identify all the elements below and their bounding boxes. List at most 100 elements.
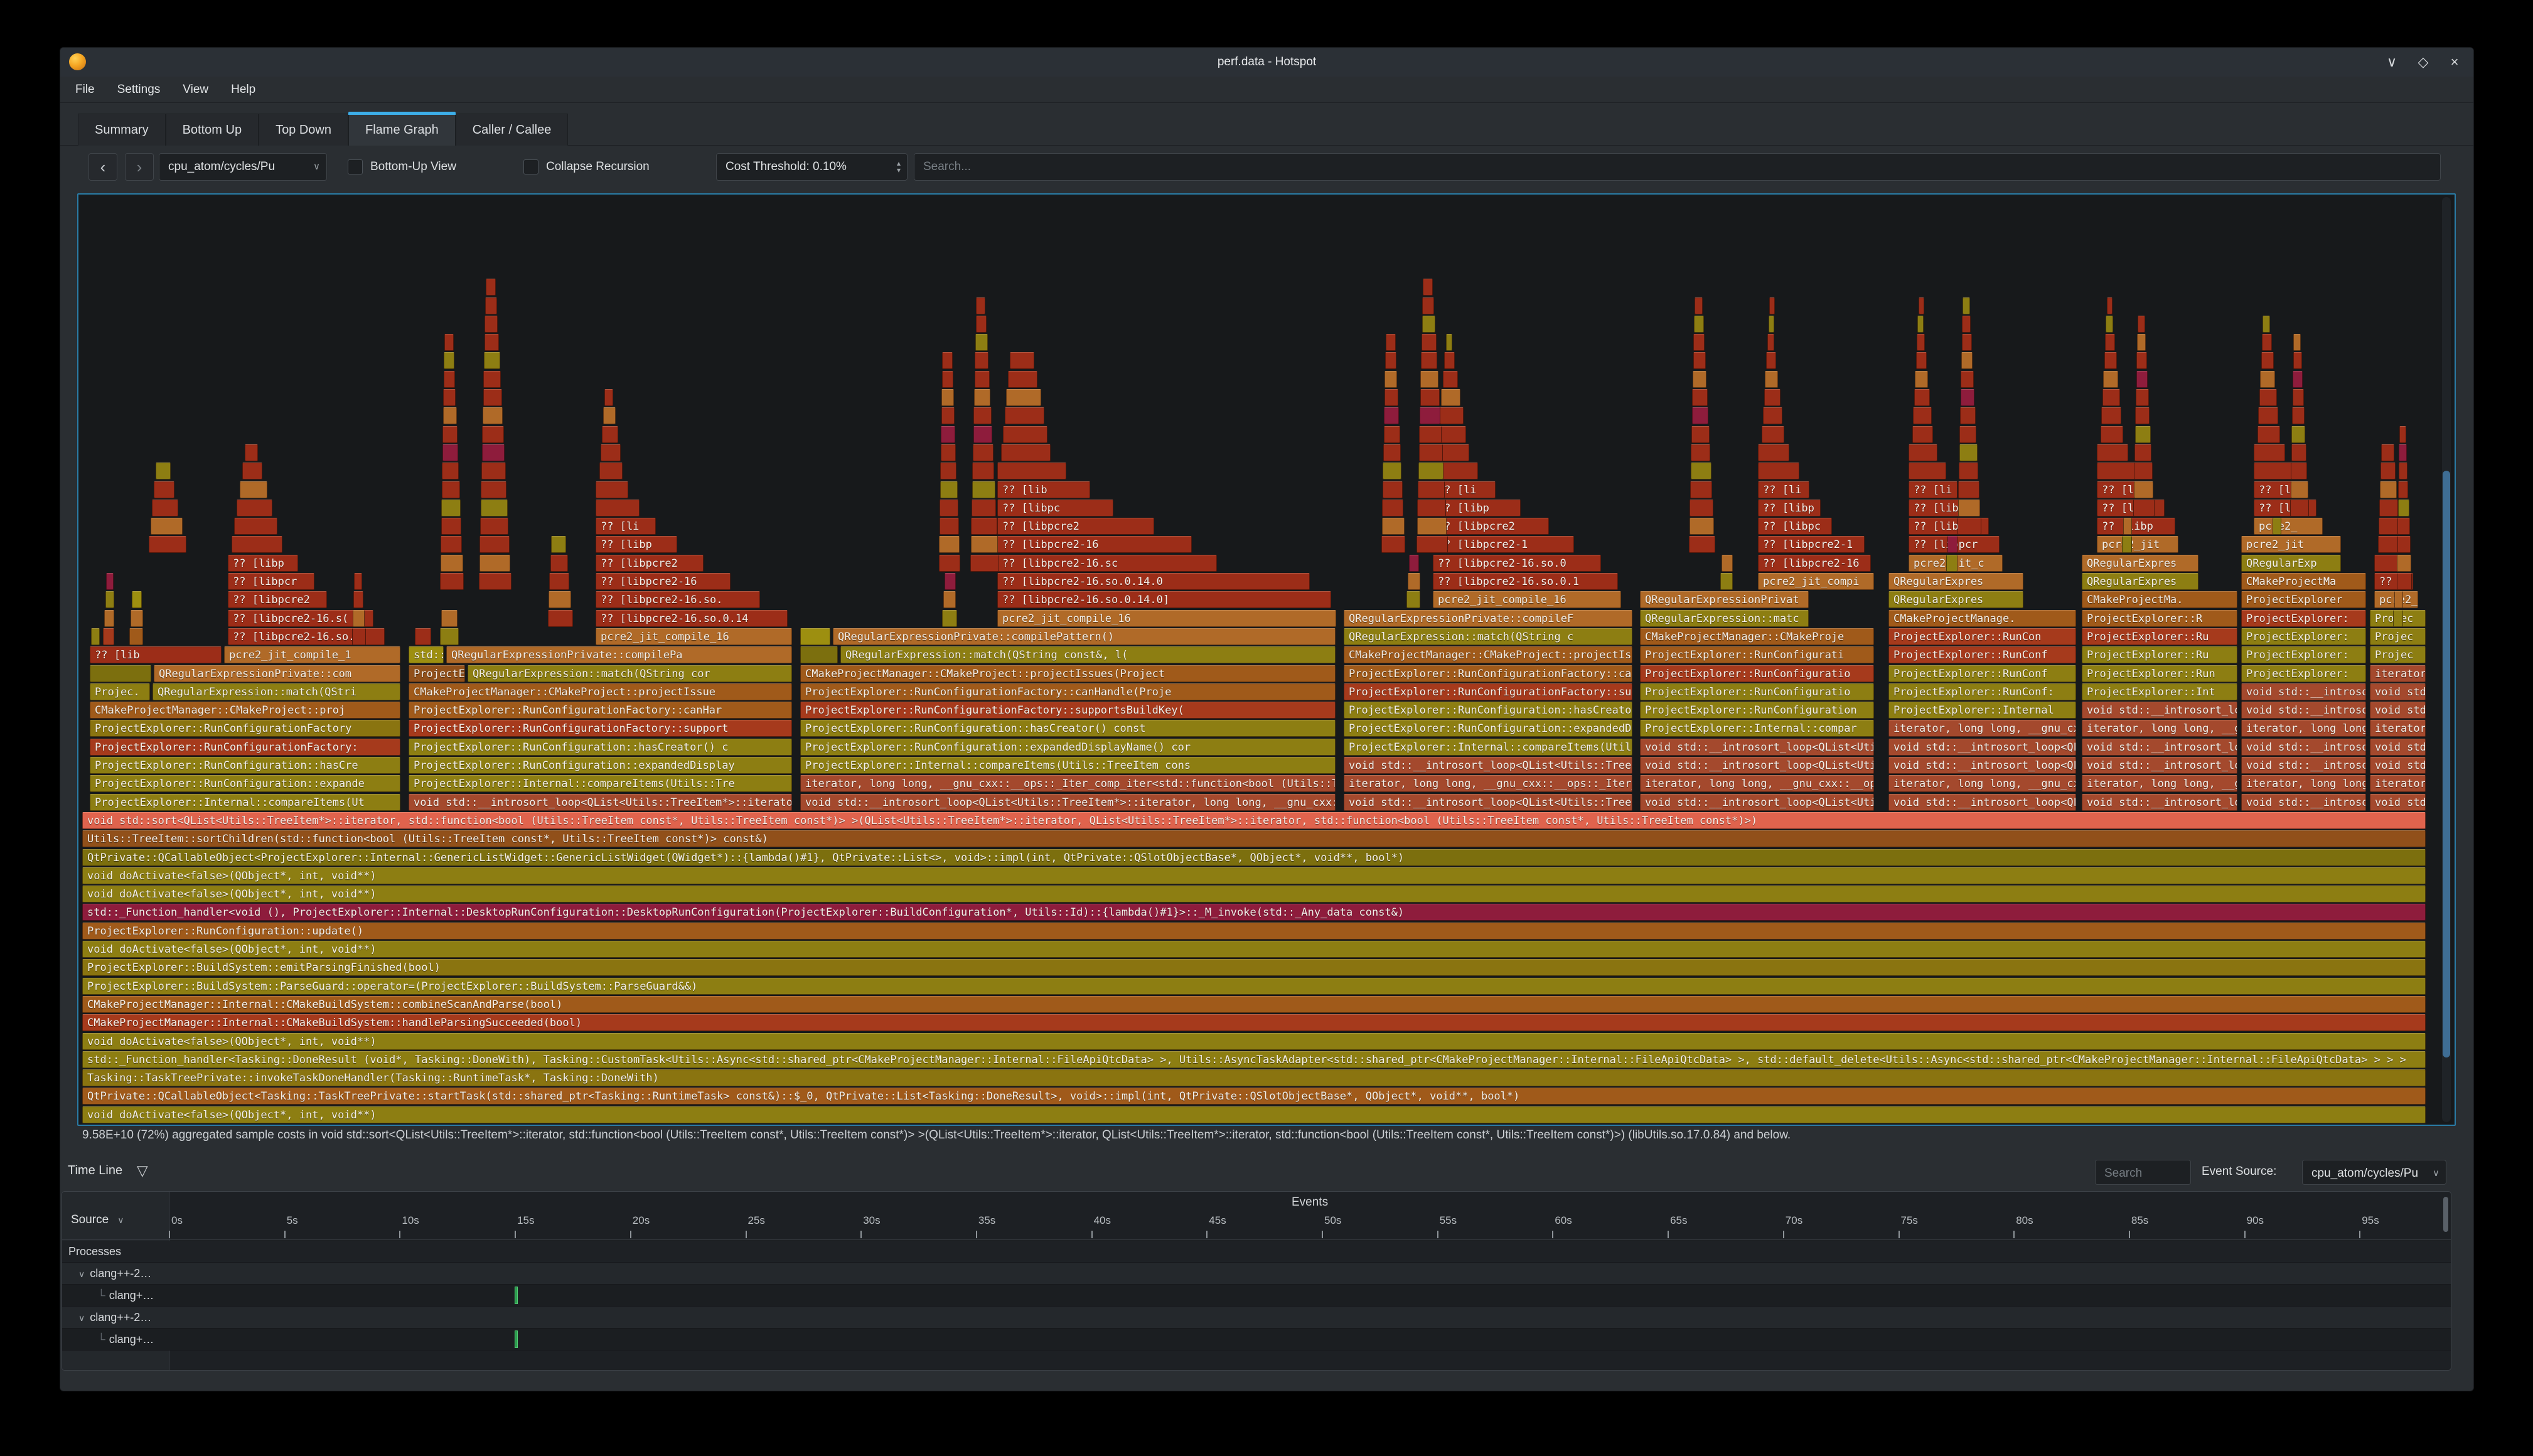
flame-frame[interactable] — [1912, 426, 1933, 443]
flame-frame[interactable] — [2104, 352, 2117, 369]
flame-frame[interactable]: Projec — [2370, 628, 2426, 645]
flame-frame[interactable]: iterator, long long, __gnu_cxx::__ops::_… — [2370, 775, 2426, 792]
flame-frame[interactable] — [481, 481, 506, 498]
flame-frame[interactable] — [2260, 371, 2275, 388]
flame-frame[interactable]: ProjectExplorer::RunConfiguration::updat… — [82, 923, 2426, 939]
flame-frame[interactable] — [1381, 536, 1405, 553]
flame-frame[interactable]: ?? [libpcre2-16.so.0 — [1433, 555, 1601, 572]
flame-frame[interactable] — [1443, 371, 1458, 388]
flame-frame[interactable] — [151, 518, 183, 535]
flame-frame[interactable] — [2399, 426, 2406, 443]
flame-frame[interactable]: ?? [lib — [997, 481, 1090, 498]
event-source-combobox[interactable]: cpu_atom/cycles/Pu ∨ — [2302, 1160, 2446, 1185]
flame-frame[interactable] — [482, 444, 505, 461]
flame-frame[interactable] — [1384, 426, 1400, 443]
flame-frame[interactable] — [943, 591, 956, 608]
flame-frame[interactable] — [2261, 352, 2274, 369]
flame-frame[interactable] — [1409, 555, 1419, 572]
flame-frame[interactable] — [1691, 444, 1710, 461]
flame-frame[interactable] — [970, 555, 999, 572]
flame-frame[interactable] — [485, 316, 498, 333]
flame-frame[interactable]: pcre2_jit_compile_16 — [1433, 591, 1621, 608]
flame-frame[interactable] — [972, 463, 994, 479]
flame-frame[interactable] — [2293, 352, 2302, 369]
timeline-row-clang-2[interactable]: ∨clang++-2… — [62, 1307, 2451, 1329]
flame-frame[interactable]: void doActivate<false>(QObject*, int, vo… — [82, 941, 2426, 958]
flame-frame[interactable] — [1917, 316, 1923, 333]
flame-frame[interactable]: CMakeProjectManager::Internal::CMakeBuil… — [82, 1014, 2426, 1031]
flame-frame[interactable]: ProjectExplorer::RunConfigurationFactory… — [800, 683, 1336, 700]
flame-frame[interactable] — [1916, 352, 1927, 369]
flame-frame[interactable] — [1909, 444, 1937, 461]
close-button-icon[interactable]: × — [2447, 55, 2462, 69]
flame-frame[interactable] — [550, 555, 568, 572]
flame-frame[interactable]: iterator, long long, __gnu_cxx::__ops::_… — [1888, 775, 2076, 792]
flame-frame[interactable] — [2291, 426, 2305, 443]
flame-frame[interactable] — [603, 407, 615, 424]
timeline-row-clang-2[interactable]: ∨clang++-2… — [62, 1263, 2451, 1285]
flame-frame[interactable]: iterator, long long, __gnu_cxx::__ops::_… — [800, 775, 1336, 792]
flame-frame[interactable]: ?? [libp — [1433, 500, 1521, 517]
flame-frame[interactable]: ProjectExplorer::RunConfiguration::expan… — [800, 739, 1336, 756]
flame-frame[interactable]: ?? [libpcre2-1 — [1758, 536, 1865, 553]
flame-frame[interactable] — [441, 610, 458, 627]
flame-frame[interactable] — [1915, 371, 1928, 388]
flame-scrollbar[interactable] — [2442, 197, 2451, 1122]
flame-frame[interactable] — [1384, 407, 1399, 424]
flame-frame[interactable]: ProjectExplorer::RunConfigurationFactory… — [1344, 665, 1632, 682]
flame-frame[interactable]: void std::__introsort_loop<QList<Utils::… — [2370, 739, 2426, 756]
flame-frame[interactable] — [548, 610, 573, 627]
spinbox-arrows-icon[interactable]: ▴▾ — [897, 154, 901, 180]
flame-frame[interactable]: CMakeProjectManage. — [1888, 610, 2076, 627]
flame-frame[interactable]: Tasking::TaskTreePrivate::invokeTaskDone… — [82, 1069, 2426, 1086]
flame-frame[interactable] — [2273, 518, 2281, 535]
flame-frame[interactable]: void std::__introsort_loop<QList<Utils::… — [2241, 757, 2366, 774]
flame-frame[interactable]: void std::sort<QList<Utils::TreeItem*>::… — [82, 812, 2426, 829]
flame-frame[interactable]: ProjectExplorer: — [2241, 610, 2366, 627]
flame-frame[interactable] — [1957, 518, 1981, 535]
flame-frame[interactable]: iterator, long long, __gnu_cxx::__ops::_… — [2241, 720, 2366, 737]
flame-frame[interactable] — [1420, 371, 1438, 388]
flame-frame[interactable] — [1947, 536, 1957, 553]
flame-frame[interactable]: ?? [li — [1758, 481, 1809, 498]
cost-threshold-spinbox[interactable]: Cost Threshold: 0.10% ▴▾ — [716, 153, 908, 181]
flame-frame[interactable] — [1385, 352, 1396, 369]
flame-frame[interactable] — [232, 536, 282, 553]
flame-frame[interactable]: pcre2_jit_compi — [1758, 573, 1874, 590]
flame-frame[interactable] — [2381, 444, 2394, 461]
flame-frame[interactable]: ?? [libpcre2 — [228, 591, 327, 608]
flame-frame[interactable] — [975, 334, 988, 351]
flame-frame[interactable] — [1769, 316, 1774, 333]
flame-frame[interactable]: iterator, long long, __gnu_cxx::__ops::_… — [1344, 775, 1632, 792]
tab-flame-graph[interactable]: Flame Graph — [348, 114, 456, 146]
flame-frame[interactable] — [2394, 591, 2403, 608]
flame-frame[interactable]: void std::__introsort_loop<QList<Utils::… — [2370, 702, 2426, 719]
flame-frame[interactable] — [1417, 518, 1447, 535]
flame-frame[interactable]: QRegularExpressionPrivate::compileF — [1344, 610, 1632, 627]
flame-frame[interactable]: pcre2_jit — [2241, 536, 2341, 553]
flame-frame[interactable] — [479, 555, 511, 572]
flame-frame[interactable] — [1010, 352, 1034, 369]
flame-frame[interactable]: pcre2_jit — [2097, 536, 2178, 553]
flame-frame[interactable] — [354, 573, 362, 590]
flame-frame[interactable] — [800, 628, 830, 645]
flame-frame[interactable]: QRegularExpres — [2082, 573, 2198, 590]
flame-frame[interactable] — [1690, 481, 1712, 498]
flame-frame[interactable]: ?? [li — [596, 518, 656, 535]
flame-frame[interactable]: void std::__introsort_loop<QList<Utils::… — [2241, 739, 2366, 756]
flame-frame[interactable] — [152, 500, 178, 517]
flame-frame[interactable]: ProjectExplorer::RunConfiguration::expan… — [1344, 720, 1632, 737]
collapse-recursion-checkbox[interactable]: Collapse Recursion — [523, 153, 650, 181]
flame-frame[interactable] — [1765, 371, 1778, 388]
flame-frame[interactable] — [149, 536, 186, 553]
flame-frame[interactable] — [237, 500, 272, 517]
flame-frame[interactable] — [2105, 334, 2115, 351]
flame-frame[interactable]: ProjectExplorer::RunConfigurationFactory… — [1344, 683, 1632, 700]
flame-frame[interactable] — [2379, 500, 2398, 517]
flame-frame[interactable] — [1913, 407, 1931, 424]
flame-frame[interactable] — [1386, 334, 1396, 351]
flame-frame[interactable] — [973, 444, 993, 461]
flame-frame[interactable] — [1689, 536, 1715, 553]
flame-frame[interactable]: ?? [li — [1909, 481, 1957, 498]
flame-frame[interactable]: ?? [libpcre2-1 — [1433, 536, 1574, 553]
